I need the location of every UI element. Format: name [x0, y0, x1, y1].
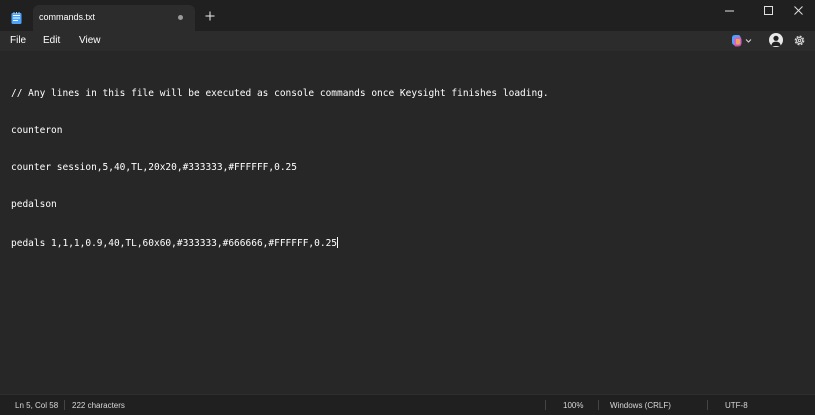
tab-commands-txt[interactable]: commands.txt: [33, 5, 195, 31]
status-divider: [545, 400, 546, 410]
tab-close-dot-icon[interactable]: [176, 13, 186, 23]
cursor-position: Ln 5, Col 58: [15, 401, 59, 410]
notepad-icon: [11, 11, 22, 24]
status-divider: [598, 400, 599, 410]
zoom-level[interactable]: 100%: [563, 401, 583, 410]
menu-edit[interactable]: Edit: [43, 35, 60, 46]
editor-line: counteron: [11, 125, 63, 137]
account-avatar-icon[interactable]: [769, 33, 783, 47]
character-count: 222 characters: [72, 401, 125, 410]
minimize-button[interactable]: [715, 0, 745, 22]
editor-line: pedalson: [11, 199, 57, 211]
text-editor[interactable]: // Any lines in this file will be execut…: [0, 51, 815, 394]
status-bar: Ln 5, Col 58 222 characters 100% Windows…: [0, 394, 815, 415]
new-tab-plus-icon[interactable]: [203, 9, 217, 23]
status-divider: [64, 400, 65, 410]
menu-view[interactable]: View: [79, 35, 101, 46]
menu-file[interactable]: File: [10, 35, 26, 46]
maximize-button[interactable]: [752, 0, 782, 22]
editor-line: pedals 1,1,1,0.9,40,TL,60x60,#333333,#66…: [11, 237, 338, 249]
tab-title: commands.txt: [39, 12, 96, 22]
line-ending[interactable]: Windows (CRLF): [610, 401, 671, 410]
text-caret: [337, 236, 339, 248]
editor-line: counter session,5,40,TL,20x20,#333333,#F…: [11, 162, 297, 174]
menu-bar: File Edit View: [0, 31, 815, 51]
title-bar: commands.txt: [0, 0, 815, 31]
gear-icon[interactable]: [793, 34, 806, 47]
status-divider: [707, 400, 708, 410]
copilot-icon[interactable]: [730, 34, 754, 48]
editor-content: // Any lines in this file will be execut…: [11, 63, 549, 275]
editor-line-with-caret: pedals 1,1,1,0.9,40,TL,60x60,#333333,#66…: [11, 236, 549, 250]
encoding[interactable]: UTF-8: [725, 401, 748, 410]
editor-line: // Any lines in this file will be execut…: [11, 87, 549, 99]
close-window-button[interactable]: [784, 0, 814, 22]
